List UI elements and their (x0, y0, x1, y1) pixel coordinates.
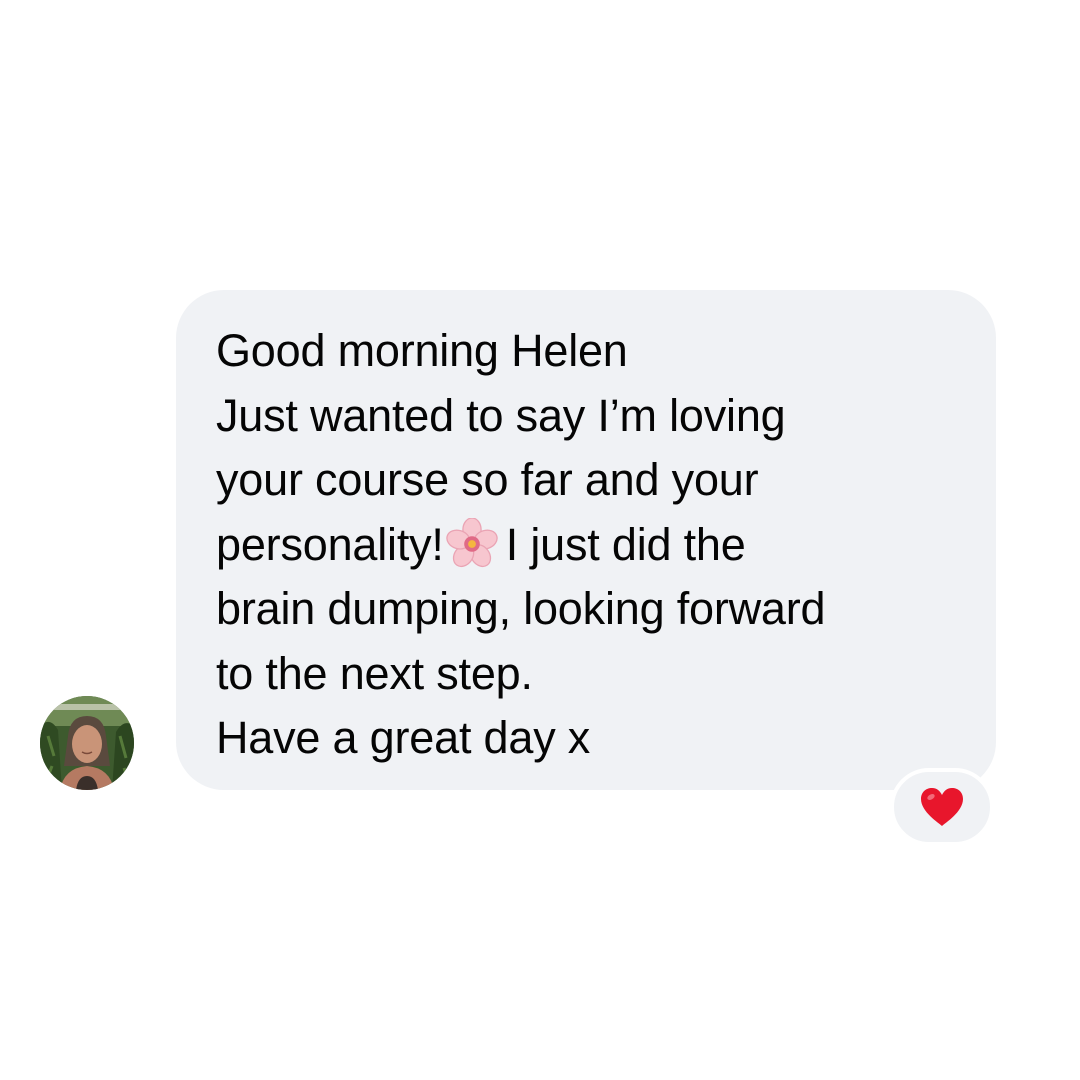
message-line: Good morning Helen (216, 325, 628, 376)
avatar[interactable] (40, 696, 134, 790)
heart-icon (921, 788, 963, 826)
message-text: personality! (216, 518, 444, 570)
message-line: personality! I just did the (216, 513, 960, 578)
message-row: Good morning Helen Just wanted to say I’… (0, 0, 1080, 1080)
avatar-photo (40, 696, 134, 790)
message-line: to the next step. (216, 647, 533, 699)
message-line: your course so far and your (216, 454, 759, 505)
reaction-badge[interactable] (890, 768, 994, 846)
message-line: brain dumping, looking forward (216, 583, 826, 634)
message-text: I just did the (505, 518, 746, 570)
message-line: Have a great day x (216, 712, 591, 763)
message-line: Just wanted to say I’m loving (216, 389, 786, 441)
cherry-blossom-icon (446, 517, 498, 567)
message-bubble[interactable]: Good morning Helen Just wanted to say I’… (176, 290, 996, 790)
